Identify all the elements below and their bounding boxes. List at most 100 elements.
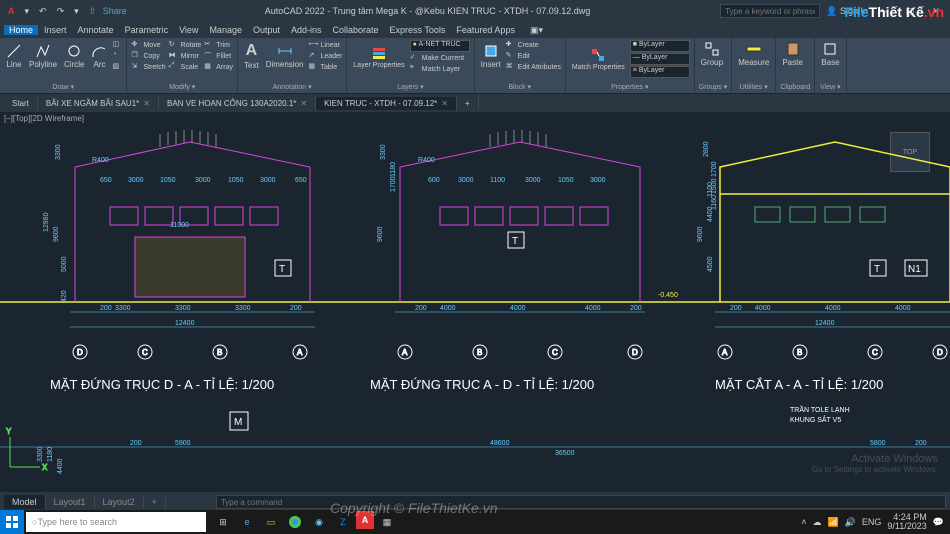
tray-volume-icon[interactable]: 🔊	[845, 517, 856, 528]
tab-addins[interactable]: Add-ins	[286, 25, 327, 35]
start-button[interactable]	[0, 510, 24, 534]
svg-text:4400: 4400	[57, 458, 64, 474]
tab-manage[interactable]: Manage	[204, 25, 247, 35]
tab-home[interactable]: Home	[4, 25, 38, 35]
arc-button[interactable]: Arc	[89, 42, 109, 70]
tray-up-icon[interactable]: ˄	[801, 517, 806, 527]
fillet-button[interactable]: ⌒Fillet	[204, 51, 233, 61]
app-icon-1[interactable]: ◉	[308, 511, 330, 533]
group-annotation: AText Dimension ⟷Linear ↗Leader ▦Table A…	[238, 38, 347, 93]
circle-button[interactable]: Circle	[62, 42, 86, 70]
command-input[interactable]	[216, 495, 946, 509]
drawing-canvas[interactable]: [–][Top][2D Wireframe]	[0, 112, 950, 492]
tab-express[interactable]: Express Tools	[385, 25, 451, 35]
help-search[interactable]	[720, 4, 820, 18]
edge-icon[interactable]: e	[236, 511, 258, 533]
tab-add[interactable]: +	[457, 97, 479, 110]
tray-date[interactable]: 9/11/2023	[887, 522, 926, 531]
tab-annotate[interactable]: Annotate	[73, 25, 119, 35]
signin-button[interactable]: 👤 Sign In	[826, 6, 868, 17]
copy-button[interactable]: ❐Copy	[131, 51, 165, 61]
text-button[interactable]: AText	[242, 41, 261, 71]
undo-icon[interactable]: ↶	[35, 6, 51, 17]
edit-block-button[interactable]: ✎Edit	[506, 51, 561, 61]
layout-2[interactable]: Layout2	[95, 495, 144, 509]
make-current-button[interactable]: ✓Make Current	[410, 53, 470, 63]
layout-1[interactable]: Layout1	[46, 495, 95, 509]
rotate-button[interactable]: ↻Rotate	[169, 40, 202, 50]
chrome-icon[interactable]	[284, 511, 306, 533]
tab-file-0[interactable]: BÃI XE NGẦM BÃI SAU1*✕	[38, 97, 159, 110]
svg-text:200: 200	[915, 440, 927, 447]
mirror-button[interactable]: ⧓Mirror	[169, 51, 202, 61]
svg-text:4000: 4000	[510, 305, 526, 312]
redo-icon[interactable]: ↷	[53, 6, 69, 17]
match-layer-button[interactable]: ≡Match Layer	[410, 64, 470, 74]
edit-attr-button[interactable]: ⌘Edit Attributes	[506, 62, 561, 72]
tray-cloud-icon[interactable]: ☁	[812, 517, 821, 528]
layer-dropdown[interactable]: ● A-NET TRUC	[410, 40, 470, 52]
linear-button[interactable]: ⟷Linear	[308, 40, 342, 50]
dimension-button[interactable]: Dimension	[264, 42, 306, 70]
tab-output[interactable]: Output	[248, 25, 285, 35]
lineweight-dropdown[interactable]: — ByLayer	[630, 53, 690, 65]
scale-button[interactable]: ⤢Scale	[169, 62, 202, 72]
task-view-icon[interactable]: ⊞	[212, 511, 234, 533]
tab-view[interactable]: View	[174, 25, 203, 35]
tab-parametric[interactable]: Parametric	[120, 25, 174, 35]
app-icon-2[interactable]: ▦	[376, 511, 398, 533]
draw-more2[interactable]: ◔	[112, 51, 122, 61]
tab-collaborate[interactable]: Collaborate	[328, 25, 384, 35]
taskbar-search[interactable]: ○ Type here to search	[26, 512, 206, 532]
trim-button[interactable]: ✂Trim	[204, 40, 233, 50]
tab-featured[interactable]: Featured Apps	[451, 25, 520, 35]
table-button[interactable]: ▦Table	[308, 62, 342, 72]
svg-text:TRẦN TOLE LẠNH: TRẦN TOLE LẠNH	[790, 404, 850, 414]
share-button[interactable]: ⇧ Share	[85, 6, 135, 17]
app-logo[interactable]: A	[4, 6, 19, 17]
match-properties-button[interactable]: Match Properties	[570, 46, 627, 72]
line-button[interactable]: Line	[4, 42, 24, 70]
create-block-button[interactable]: ✚Create	[506, 40, 561, 50]
array-button[interactable]: ▦Array	[204, 62, 233, 72]
polyline-button[interactable]: Polyline	[27, 42, 59, 70]
paste-button[interactable]: Paste	[780, 40, 804, 68]
svg-text:C: C	[552, 348, 558, 357]
color-dropdown[interactable]: ■ ByLayer	[630, 40, 690, 52]
minimize-button[interactable]: —	[874, 6, 894, 16]
svg-text:1050: 1050	[160, 177, 176, 184]
move-button[interactable]: ✥Move	[131, 40, 165, 50]
draw-more3[interactable]: ▨	[112, 62, 122, 72]
stretch-button[interactable]: ⇲Stretch	[131, 62, 165, 72]
svg-text:9600: 9600	[697, 226, 704, 242]
tab-file-2[interactable]: KIEN TRUC - XTDH - 07.09.12*✕	[316, 97, 457, 110]
group-button[interactable]: Group	[699, 40, 725, 68]
draw-more1[interactable]: ◫	[112, 40, 122, 50]
tab-start[interactable]: Start	[4, 97, 38, 110]
tray-wifi-icon[interactable]: 📶	[827, 517, 838, 528]
base-button[interactable]: Base	[819, 40, 841, 68]
close-icon[interactable]: ✕	[441, 99, 448, 108]
linetype-dropdown[interactable]: ≡ ByLayer	[630, 66, 690, 78]
measure-button[interactable]: Measure	[736, 40, 771, 68]
tray-lang[interactable]: ENG	[862, 517, 882, 527]
close-icon[interactable]: ✕	[143, 99, 150, 108]
svg-text:3000: 3000	[128, 177, 144, 184]
autocad-icon[interactable]: A	[356, 511, 374, 529]
qat-dd[interactable]: ▾	[21, 6, 34, 17]
maximize-button[interactable]: ▢	[900, 6, 920, 17]
leader-button[interactable]: ↗Leader	[308, 51, 342, 61]
layout-model[interactable]: Model	[4, 495, 46, 509]
qat-more[interactable]: ▾	[70, 6, 83, 17]
explorer-icon[interactable]: ▭	[260, 511, 282, 533]
svg-text:420: 420	[61, 290, 68, 302]
close-button[interactable]: ✕	[926, 6, 946, 17]
tab-file-1[interactable]: BAN VE HOAN CÔNG 130A2020.1*✕	[159, 97, 316, 110]
close-icon[interactable]: ✕	[300, 99, 307, 108]
tab-insert[interactable]: Insert	[39, 25, 72, 35]
layer-properties-button[interactable]: Layer Properties	[351, 44, 406, 70]
zalo-icon[interactable]: Z	[332, 511, 354, 533]
tray-notification-icon[interactable]: 💬	[933, 517, 944, 528]
tab-collapse-icon[interactable]: ▣▾	[525, 25, 548, 36]
layout-add[interactable]: +	[144, 495, 166, 509]
